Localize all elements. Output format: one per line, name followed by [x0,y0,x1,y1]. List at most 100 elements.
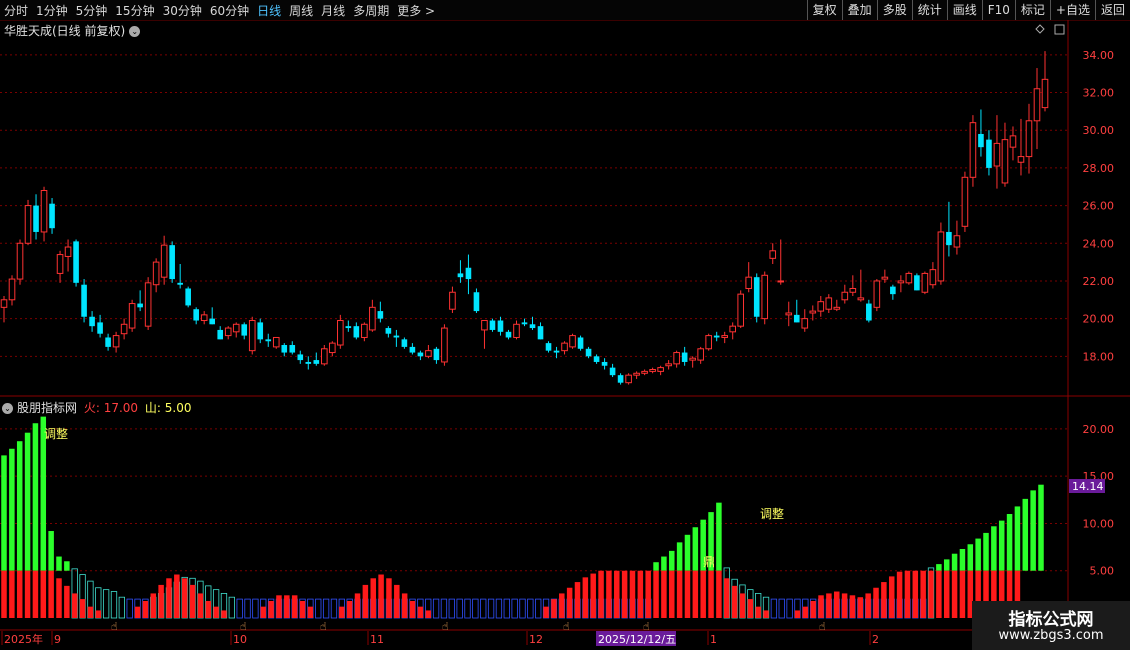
candle-body [272,336,280,348]
indicator-green-bar [943,559,950,571]
candle-body [401,339,408,347]
candle-body [297,354,304,361]
indicator-red-bar [197,593,204,618]
candle-body [953,235,961,248]
hand-pointer-icon: ☝ [320,620,327,633]
candle-body [248,320,256,352]
indicator-green-bar [32,423,39,571]
candle-body [986,139,992,168]
candle-body [689,357,696,361]
candle-body [281,345,288,353]
indicator-red-bar [637,570,644,618]
candle-body [721,335,728,338]
candle-body [553,350,560,353]
candle-body [112,335,120,348]
indicator-red-bar [865,593,871,618]
candle-body [881,276,889,280]
price-axis-label: 30.00 [1083,124,1115,137]
indicator-red-bar [731,585,738,618]
candle-body [353,326,360,338]
indicator-blue-bar [472,598,479,619]
indicator-red-bar [158,584,164,618]
indicator-red-bar [598,570,604,618]
kline-chart[interactable]: 34.00 32.00 30.00 28.00 26.00 24.00 22.00 20.00… [0,0,1130,650]
candle-body [625,374,632,384]
indicator-green-bar [975,538,981,571]
annotation-adjust-1: 调整 [44,426,68,441]
indicator-red-bar [9,570,15,618]
indicator-red-bar [56,578,62,618]
candle-body [633,372,640,376]
indicator-red-bar [692,570,699,618]
indicator-red-bar [629,570,636,618]
hand-pointer-icon: ☝ [111,620,118,633]
indicator-red-bar [276,595,282,618]
candle-body [193,309,199,321]
indicator-red-bar [559,593,565,618]
candle-body [137,303,143,308]
indicator-red-bar [425,610,431,618]
indicator-green-bar [967,544,974,571]
hand-pointer-icon: ☝ [442,620,449,633]
candle-body [224,327,232,337]
indicator-red-bar [543,606,549,618]
candle-body [64,246,72,257]
indicator-green-bar [1006,514,1013,571]
indicator-red-bar [684,570,691,618]
date-axis-label: 12 [529,633,543,646]
candle-body [833,306,841,310]
indicator-blue-bar [535,598,542,619]
indicator-red-bar [708,570,714,618]
indicator-green-bar [24,432,31,571]
candle-body [1041,78,1049,109]
candle-body [160,244,168,278]
indicator-red-bar [189,584,196,618]
indicator-red-bar [378,574,384,618]
indicator-blue-bar [440,598,448,619]
candle-body [785,312,793,316]
hand-pointer-icon: ☝ [563,620,570,633]
candle-body [577,337,584,349]
indicator-red-bar [802,606,809,618]
candle-body [929,269,937,286]
candle-body [729,325,737,333]
indicator-red-bar [904,570,911,618]
candle-body [169,245,175,280]
indicator-red-bar [833,591,840,618]
indicator-blue-bar [511,598,518,619]
indicator-red-bar [16,570,23,618]
candle-body [609,367,616,376]
indicator-red-bar [32,570,39,618]
candle-body [177,282,183,285]
indicator-red-bar [48,570,54,618]
chevron-down-icon[interactable]: ⌄ [129,26,141,37]
candle-body [849,287,857,293]
candle-body [0,299,8,308]
indicator-green-bar [1,455,7,571]
candle-body [753,277,760,317]
candle-body [329,342,336,354]
indicator-red-bar [614,570,620,618]
indicator-red-bar [40,570,47,618]
candle-body [209,318,216,325]
candle-body [345,326,352,329]
indicator-red-bar [260,606,266,618]
candle-body [1025,120,1033,158]
indicator-red-bar [755,606,761,618]
candle-body [665,363,672,367]
candle-body [537,326,544,340]
candle-body [793,314,800,323]
candle-body [257,322,264,340]
indicator-red-bar [150,593,157,618]
indicator-red-bar [370,578,376,618]
candle-body [128,303,136,329]
candle-body [946,231,952,246]
indicator-blue-bar [519,598,526,619]
chevron-down-icon[interactable]: ⌄ [2,403,13,414]
candle-body [561,342,568,352]
candle-body [265,339,272,342]
indicator-cyan-bar [102,589,110,619]
candle-body [993,142,1001,167]
candle-body [89,316,95,327]
indicator-green-bar [64,561,70,571]
